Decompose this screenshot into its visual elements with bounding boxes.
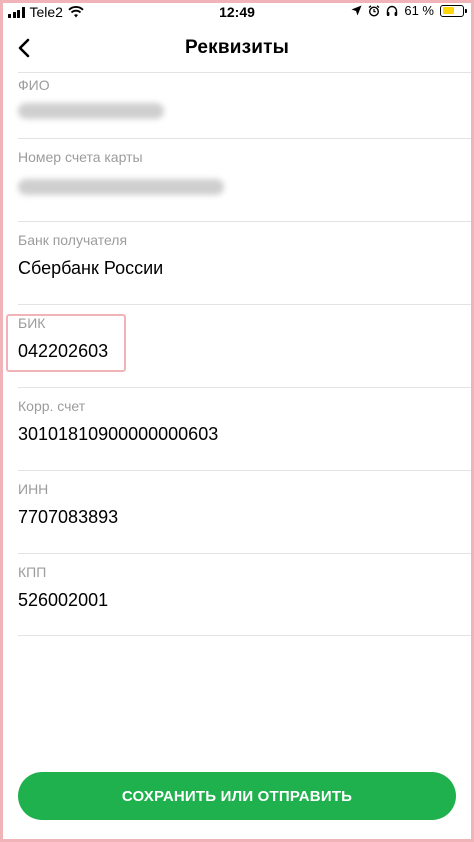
status-bar: Tele2 12:49 61 % bbox=[0, 0, 474, 24]
field-row-inn[interactable]: ИНН 7707083893 bbox=[18, 470, 474, 553]
location-arrow-icon bbox=[351, 5, 362, 16]
field-value: 526002001 bbox=[18, 590, 109, 610]
field-label: ФИО bbox=[18, 77, 50, 93]
save-or-send-button[interactable]: СОХРАНИТЬ ИЛИ ОТПРАВИТЬ bbox=[18, 772, 456, 820]
alarm-icon bbox=[368, 4, 380, 17]
field-value: 042202603 bbox=[18, 341, 109, 361]
field-label: ИНН bbox=[18, 481, 49, 497]
chevron-left-icon bbox=[18, 38, 30, 58]
field-value: 30101810900000000603 bbox=[18, 424, 219, 444]
field-row-kpp[interactable]: КПП 526002001 bbox=[18, 553, 474, 636]
status-right: 61 % bbox=[351, 3, 467, 18]
field-label: БИК bbox=[18, 315, 46, 331]
field-label: Банк получателя bbox=[18, 232, 128, 248]
field-row-bik[interactable]: БИК 042202603 bbox=[18, 304, 474, 387]
field-label: Номер счета карты bbox=[18, 149, 143, 165]
field-label: Корр. счет bbox=[18, 398, 86, 414]
field-value: 7707083893 bbox=[18, 507, 119, 527]
battery-percent: 61 % bbox=[404, 3, 434, 18]
obscured-value bbox=[18, 103, 164, 119]
field-row-bank[interactable]: Банк получателя Сбербанк России bbox=[18, 221, 474, 304]
field-label: КПП bbox=[18, 564, 47, 580]
field-row-corr-account[interactable]: Корр. счет 30101810900000000603 bbox=[18, 387, 474, 470]
headphones-icon bbox=[387, 5, 398, 16]
battery-icon bbox=[440, 4, 467, 17]
field-row-full-name[interactable]: ФИО bbox=[18, 72, 474, 138]
page-title: Реквизиты bbox=[184, 37, 290, 58]
nav-bar: Реквизиты bbox=[0, 24, 474, 72]
field-row-card-account[interactable]: Номер счета карты bbox=[18, 138, 474, 221]
requisites-list: ФИО Номер счета карты Банк получателя Сб… bbox=[0, 72, 474, 636]
obscured-value bbox=[18, 179, 224, 195]
field-value: Сбербанк России bbox=[18, 258, 164, 278]
back-button[interactable] bbox=[12, 36, 36, 60]
